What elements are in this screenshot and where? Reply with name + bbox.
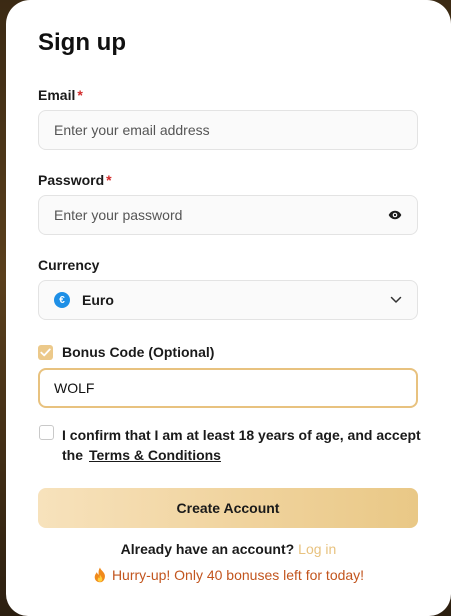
bonus-code-label: Bonus Code (Optional) (62, 344, 215, 360)
signup-panel: Sign up Email* Password* Currency € Euro (6, 0, 451, 616)
terms-link[interactable]: Terms & Conditions (89, 447, 221, 463)
login-prompt: Already have an account? Log in (6, 541, 451, 557)
currency-label: Currency (38, 257, 100, 273)
required-mark: * (106, 172, 112, 188)
euro-icon: € (54, 292, 70, 308)
email-field[interactable] (38, 110, 418, 150)
promo-banner: Hurry-up! Only 40 bonuses left for today… (6, 567, 451, 583)
chevron-down-icon (389, 293, 403, 307)
required-mark: * (77, 87, 83, 103)
bonus-code-checkbox[interactable] (38, 344, 53, 360)
password-label: Password * (38, 171, 112, 189)
create-account-button[interactable]: Create Account (38, 488, 418, 528)
email-label: Email * (38, 86, 83, 104)
password-input[interactable] (54, 196, 387, 234)
password-field[interactable] (38, 195, 418, 235)
bonus-code-field[interactable] (38, 368, 418, 408)
fire-icon (93, 567, 107, 583)
age-confirm-checkbox[interactable] (39, 425, 54, 440)
eye-icon[interactable] (387, 207, 403, 223)
bonus-code-toggle: Bonus Code (Optional) (38, 344, 214, 360)
currency-value: Euro (82, 292, 114, 308)
promo-text: Hurry-up! Only 40 bonuses left for today… (111, 567, 365, 583)
login-link[interactable]: Log in (298, 541, 336, 557)
login-prompt-text: Already have an account? (120, 541, 295, 557)
page-title: Sign up (38, 29, 126, 56)
email-input[interactable] (54, 111, 403, 149)
password-label-text: Password (38, 172, 105, 188)
currency-select[interactable]: € Euro (38, 280, 418, 320)
email-label-text: Email (38, 87, 76, 103)
bonus-code-input[interactable] (54, 370, 402, 406)
age-confirm-text: I confirm that I am at least 18 years of… (62, 425, 422, 465)
